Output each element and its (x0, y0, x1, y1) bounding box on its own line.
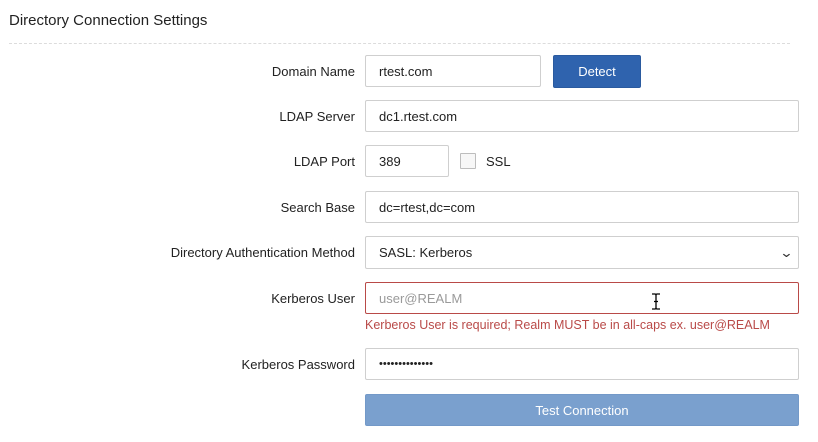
kerberos-user-error: Kerberos User is required; Realm MUST be… (365, 318, 770, 332)
auth-method-label: Directory Authentication Method (170, 245, 355, 260)
kerberos-user-label: Kerberos User (271, 291, 355, 306)
search-base-label: Search Base (280, 200, 355, 215)
kerberos-password-input[interactable] (365, 348, 799, 380)
section-divider (9, 43, 790, 44)
section-title: Directory Connection Settings (9, 12, 208, 29)
detect-button[interactable]: Detect (553, 55, 641, 88)
kerberos-password-label: Kerberos Password (241, 357, 355, 372)
ssl-checkbox[interactable] (460, 153, 476, 169)
ldap-port-input[interactable] (365, 145, 449, 177)
test-connection-button[interactable]: Test Connection (365, 394, 799, 426)
auth-method-selected: SASL: Kerberos (379, 245, 473, 260)
search-base-input[interactable] (365, 191, 799, 223)
ssl-label: SSL (486, 154, 511, 169)
auth-method-select[interactable]: SASL: Kerberos ⌄ (365, 236, 799, 269)
chevron-down-icon: ⌄ (779, 245, 794, 260)
domain-name-input[interactable] (365, 55, 541, 87)
domain-name-label: Domain Name (271, 64, 355, 79)
ldap-server-label: LDAP Server (279, 109, 355, 124)
text-cursor-icon (652, 293, 660, 310)
ldap-port-label: LDAP Port (293, 154, 355, 169)
kerberos-user-input[interactable] (365, 282, 799, 314)
ldap-server-input[interactable] (365, 100, 799, 132)
